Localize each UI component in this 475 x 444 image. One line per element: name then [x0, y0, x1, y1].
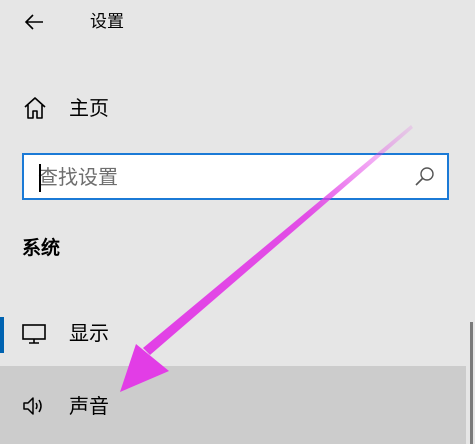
nav-item-display[interactable]: 显示	[0, 306, 466, 362]
home-icon	[24, 97, 46, 119]
search-box[interactable]	[22, 153, 449, 200]
page-title: 设置	[90, 12, 124, 32]
selected-indicator	[0, 317, 4, 353]
text-caret	[39, 164, 41, 192]
home-label: 主页	[69, 96, 109, 120]
search-icon[interactable]	[413, 165, 437, 189]
nav-item-sound[interactable]: 声音	[0, 366, 466, 444]
search-input[interactable]	[38, 163, 398, 191]
monitor-icon	[22, 324, 46, 344]
section-title: 系统	[22, 237, 61, 259]
nav-item-label: 显示	[69, 321, 109, 345]
home-nav-item[interactable]: 主页	[0, 86, 475, 130]
scrollbar[interactable]	[470, 322, 473, 444]
back-button[interactable]	[14, 6, 54, 38]
speaker-icon	[23, 397, 42, 415]
nav-item-label: 声音	[69, 394, 109, 418]
settings-pane: 设置 主页 系统 显示 声音	[0, 0, 475, 444]
back-arrow-icon	[24, 14, 43, 30]
